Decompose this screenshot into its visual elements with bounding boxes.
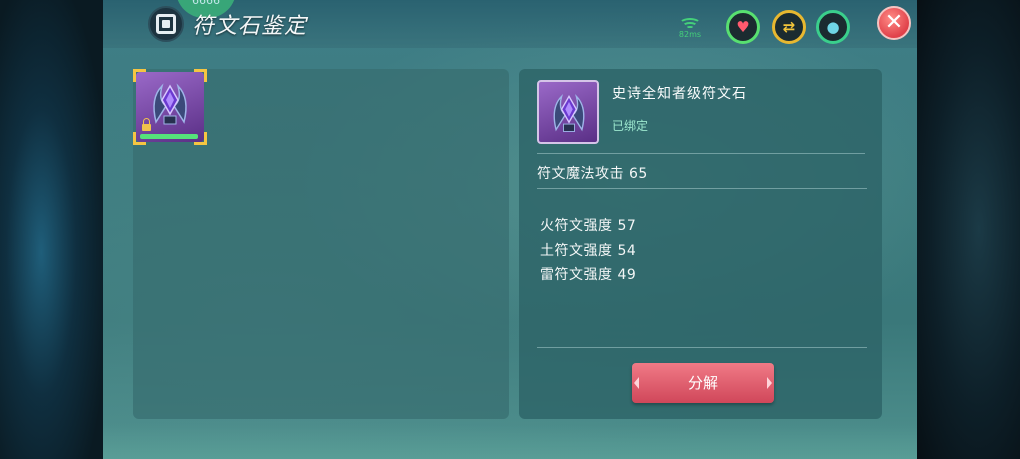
swap-button[interactable]: ⇄ <box>772 10 806 44</box>
water-drop-icon: ● <box>826 17 840 36</box>
item-detail-icon <box>537 80 599 144</box>
sub-attribute-thunder: 雷符文强度 49 <box>540 267 637 283</box>
close-button[interactable]: ✕ <box>877 6 911 40</box>
bound-status: 已绑定 <box>612 119 649 133</box>
swap-icon: ⇄ <box>782 17 796 36</box>
water-button[interactable]: ● <box>816 10 850 44</box>
divider <box>537 153 865 154</box>
page-title: 符文石鉴定 <box>192 14 308 39</box>
decompose-button[interactable]: 分解 <box>632 363 774 403</box>
item-name: 史诗全知者级符文石 <box>612 86 747 102</box>
rune-stone-icon <box>553 94 585 132</box>
main-attribute: 符文魔法攻击 65 <box>537 166 648 182</box>
latency-text: 82ms <box>678 30 702 39</box>
identify-icon <box>148 6 184 42</box>
sub-attribute-earth: 土符文强度 54 <box>540 243 637 259</box>
inventory-slot-selected[interactable] <box>133 69 207 145</box>
heart-button[interactable]: ♥ <box>726 10 760 44</box>
wifi-icon <box>679 18 701 30</box>
background-scene-left <box>0 0 103 459</box>
network-signal: 82ms <box>676 18 704 39</box>
heart-icon: ♥ <box>736 17 750 36</box>
divider <box>537 188 867 189</box>
rune-stone-icon <box>153 83 187 125</box>
bottom-fade <box>103 425 917 459</box>
durability-bar <box>140 134 198 139</box>
background-scene-right <box>917 0 1020 459</box>
lock-icon <box>142 118 151 131</box>
decompose-label: 分解 <box>687 374 718 392</box>
close-icon: ✕ <box>884 10 904 35</box>
divider <box>537 347 867 348</box>
sub-attribute-fire: 火符文强度 57 <box>540 218 637 234</box>
